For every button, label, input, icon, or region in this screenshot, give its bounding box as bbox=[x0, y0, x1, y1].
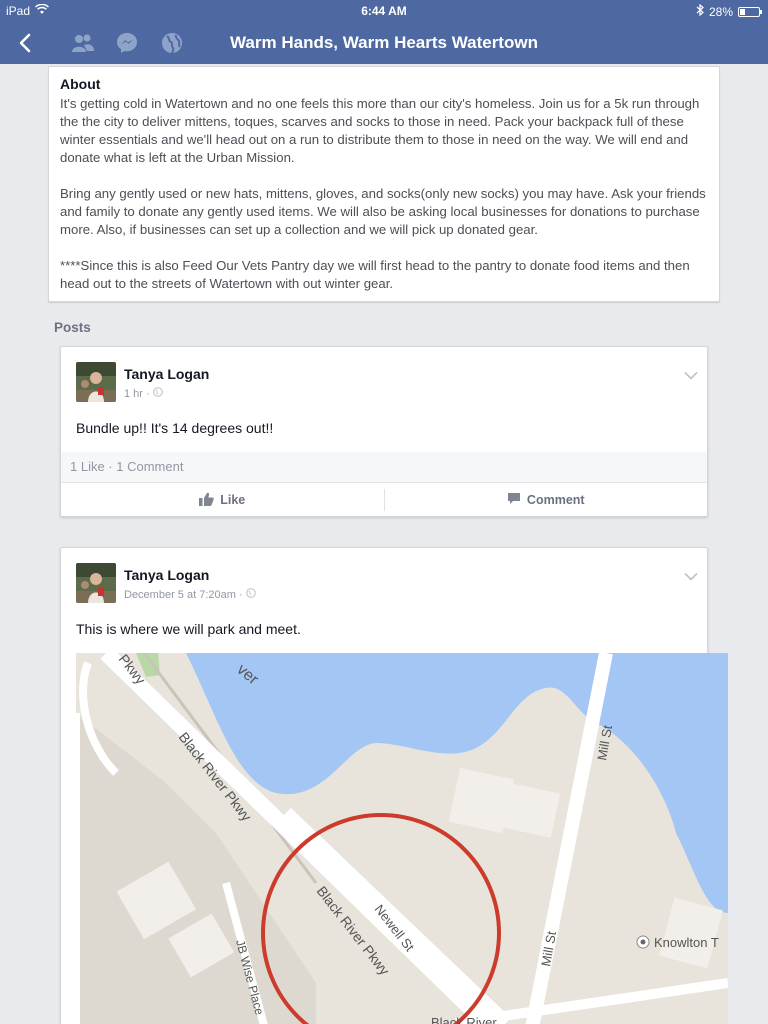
post-card: Tanya Logan 1 hr · Bundle up!! It's 14 d… bbox=[60, 346, 708, 517]
battery-icon bbox=[738, 6, 762, 17]
post-meta: December 5 at 7:20am · bbox=[124, 588, 256, 601]
avatar[interactable] bbox=[76, 362, 116, 402]
about-paragraph-3: ****Since this is also Feed Our Vets Pan… bbox=[60, 258, 690, 291]
post-author[interactable]: Tanya Logan bbox=[124, 567, 209, 583]
battery-percent: 28% bbox=[708, 4, 733, 19]
post-stats[interactable]: 1 Like · 1 Comment bbox=[61, 452, 707, 482]
about-paragraph-1: It's getting cold in Watertown and no on… bbox=[60, 96, 700, 165]
post-actions: Like Comment bbox=[61, 482, 707, 517]
like-icon bbox=[199, 492, 214, 509]
map-label-black-river: Black River bbox=[431, 1015, 497, 1024]
about-paragraph-2: Bring any gently used or new hats, mitte… bbox=[60, 186, 706, 237]
avatar[interactable] bbox=[76, 563, 116, 603]
post-text: Bundle up!! It's 14 degrees out!! bbox=[76, 420, 274, 436]
about-card: About It's getting cold in Watertown and… bbox=[48, 66, 720, 302]
like-label: Like bbox=[220, 493, 246, 507]
post-time[interactable]: December 5 at 7:20am · bbox=[124, 589, 243, 601]
post-options-chevron-icon[interactable] bbox=[684, 568, 698, 586]
page-title: Warm Hands, Warm Hearts Watertown bbox=[230, 33, 538, 52]
bluetooth-icon bbox=[696, 3, 704, 19]
post-card: Tanya Logan December 5 at 7:20am · This … bbox=[60, 547, 728, 1024]
top-bar: iPad 6:44 AM 28% Warm Hands, Warm Hearts… bbox=[0, 0, 768, 64]
like-button[interactable]: Like bbox=[61, 483, 384, 517]
battery-fill bbox=[740, 8, 746, 15]
posts-section-label: Posts bbox=[54, 320, 91, 335]
status-bar: iPad 6:44 AM 28% bbox=[0, 0, 768, 22]
comment-button[interactable]: Comment bbox=[385, 483, 708, 517]
about-heading: About bbox=[60, 76, 101, 92]
clock: 6:44 AM bbox=[361, 4, 407, 18]
comment-icon bbox=[507, 492, 521, 508]
post-meta: 1 hr · bbox=[124, 387, 163, 400]
map-poi-dot bbox=[640, 939, 646, 945]
post-author[interactable]: Tanya Logan bbox=[124, 366, 209, 382]
public-icon bbox=[245, 588, 256, 601]
public-icon bbox=[152, 387, 163, 400]
map-label-knowlton: Knowlton T bbox=[654, 935, 719, 950]
post-text: This is where we will park and meet. bbox=[76, 621, 301, 637]
nav-bar: Warm Hands, Warm Hearts Watertown bbox=[0, 22, 768, 64]
map-image[interactable]: ver Pkwy Black River Pkwy Black River Pk… bbox=[76, 653, 728, 1024]
post-time[interactable]: 1 hr · bbox=[124, 388, 150, 400]
comment-label: Comment bbox=[526, 493, 585, 507]
post-options-chevron-icon[interactable] bbox=[684, 367, 698, 385]
